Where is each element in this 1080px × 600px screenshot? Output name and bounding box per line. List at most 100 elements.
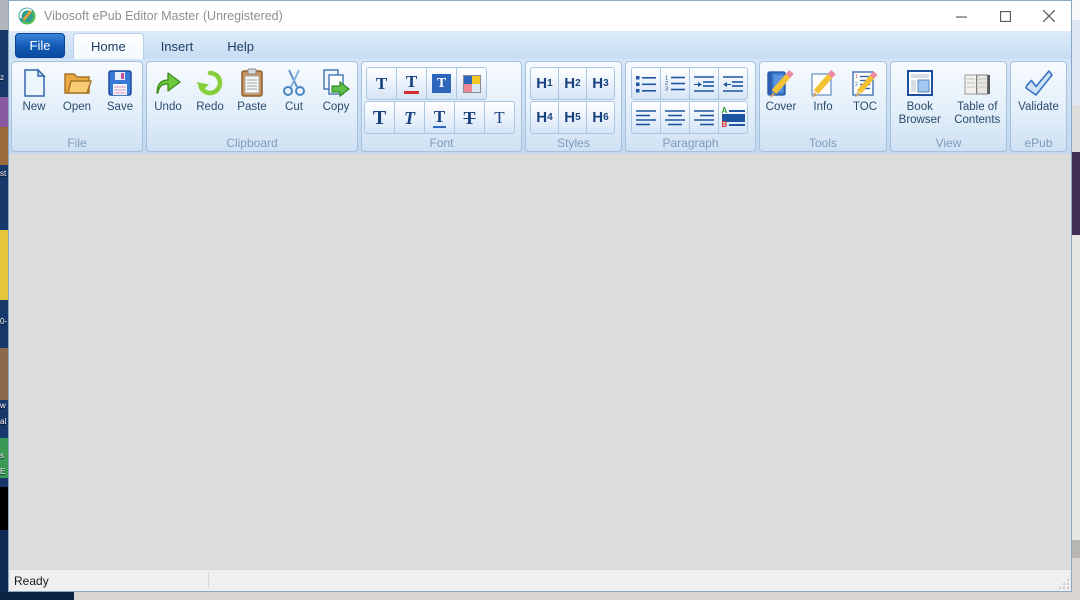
align-left-icon [634,108,658,128]
resize-grip[interactable] [1059,579,1069,589]
button-label: Book Browser [891,101,949,127]
regular-t-glyph: T [494,109,504,126]
title-bar: Vibosoft ePub Editor Master (Unregistere… [9,1,1071,31]
sort-line [729,124,744,126]
cut-button[interactable]: Cut [273,67,315,113]
button-label: Undo [154,101,182,113]
editor-content-area[interactable] [9,154,1071,569]
sort-b-glyph: B [722,122,728,128]
strikethrough-t-glyph: T [463,109,475,127]
validate-button[interactable]: Validate [1011,67,1066,113]
bold-button[interactable]: T [364,101,395,134]
bold-t-glyph: T [373,108,386,128]
button-label: Open [63,101,91,113]
table-of-contents-button[interactable]: Table of Contents [949,67,1007,127]
desktop-label-fragment: w [0,402,6,410]
numbered-list-button[interactable] [660,67,690,100]
toc-list-pencil-icon [849,67,881,99]
h1-sub: 1 [547,78,553,89]
h6-sub: 6 [603,112,609,123]
group-label-tools: Tools [760,136,886,150]
sort-ab-icon: A B [722,108,745,128]
h2-sub: 2 [575,78,581,89]
font-palette-button[interactable] [456,67,487,100]
align-center-icon [663,108,687,128]
minimize-button[interactable] [939,1,983,31]
cover-book-pencil-icon [765,67,797,99]
window-title: Vibosoft ePub Editor Master (Unregistere… [44,9,283,23]
heading2-button[interactable]: H2 [558,67,587,100]
increase-indent-icon [692,74,716,94]
new-button[interactable]: New [13,67,55,113]
bullet-list-icon [634,74,658,94]
info-button[interactable]: Info [802,67,844,113]
status-bar: Ready [9,569,1071,591]
save-floppy-icon [104,67,136,99]
tab-insert[interactable]: Insert [144,33,211,59]
desktop-screen: z st 0- w al s E Vibosoft ePub Editor Ma… [0,0,1080,600]
button-label: Copy [323,101,350,113]
ribbon-group-epub: Validate ePub [1010,61,1067,152]
desktop-icon-fragment [0,230,8,300]
open-book-icon [961,67,993,99]
group-label-styles: Styles [526,136,621,150]
button-label: Cut [285,101,303,113]
align-right-icon [692,108,716,128]
copy-pages-icon [320,67,352,99]
cut-scissors-icon [278,67,310,99]
book-browser-button[interactable]: Book Browser [891,67,949,127]
align-right-button[interactable] [689,101,719,134]
underline-t-glyph: T [433,108,446,128]
h4-glyph: H [536,110,547,125]
undo-arrow-icon [152,67,184,99]
close-button[interactable] [1027,1,1071,31]
desktop-label-fragment: st [0,170,6,178]
heading4-button[interactable]: H4 [530,101,559,134]
italic-button[interactable]: T [394,101,425,134]
increase-indent-button[interactable] [689,67,719,100]
desktop-fragment [1072,0,1080,20]
regular-font-button[interactable]: T [484,101,515,134]
heading1-button[interactable]: H1 [530,67,559,100]
paste-button[interactable]: Paste [231,67,273,113]
strikethrough-button[interactable]: T [454,101,485,134]
h3-glyph: H [592,76,603,91]
align-left-button[interactable] [631,101,661,134]
sort-button[interactable]: A B [718,101,748,134]
ribbon-group-paragraph: A B Paragraph [625,61,756,152]
undo-button[interactable]: Undo [147,67,189,113]
heading6-button[interactable]: H6 [586,101,615,134]
maximize-button[interactable] [983,1,1027,31]
toc-button[interactable]: TOC [844,67,886,113]
copy-button[interactable]: Copy [315,67,357,113]
tab-help[interactable]: Help [210,33,271,59]
file-menu-button[interactable]: File [15,33,65,58]
heading3-button[interactable]: H3 [586,67,615,100]
cover-button[interactable]: Cover [760,67,802,113]
heading5-button[interactable]: H5 [558,101,587,134]
save-button[interactable]: Save [99,67,141,113]
redo-button[interactable]: Redo [189,67,231,113]
ribbon-group-font: T T T T T [361,61,522,152]
align-center-button[interactable] [660,101,690,134]
decrease-indent-button[interactable] [718,67,748,100]
group-label-clipboard: Clipboard [147,136,357,150]
font-default-button[interactable]: T [366,67,397,100]
open-button[interactable]: Open [56,67,98,113]
h3-sub: 3 [603,78,609,89]
desktop-edge-left: z st 0- w al s E [0,0,8,600]
font-color-button[interactable]: T [396,67,427,100]
bullet-list-button[interactable] [631,67,661,100]
desktop-icon-fragment [0,97,8,127]
desktop-icon-fragment [0,127,8,165]
decrease-indent-icon [721,74,745,94]
underline-button[interactable]: T [424,101,455,134]
group-label-view: View [891,136,1006,150]
h4-sub: 4 [547,112,553,123]
validate-checkmark-icon [1023,67,1055,99]
h2-glyph: H [564,76,575,91]
desktop-icon-fragment [1072,152,1080,235]
ribbon-group-file: New Open Save File [11,61,143,152]
font-highlight-button[interactable]: T [426,67,457,100]
tab-home[interactable]: Home [73,33,144,59]
